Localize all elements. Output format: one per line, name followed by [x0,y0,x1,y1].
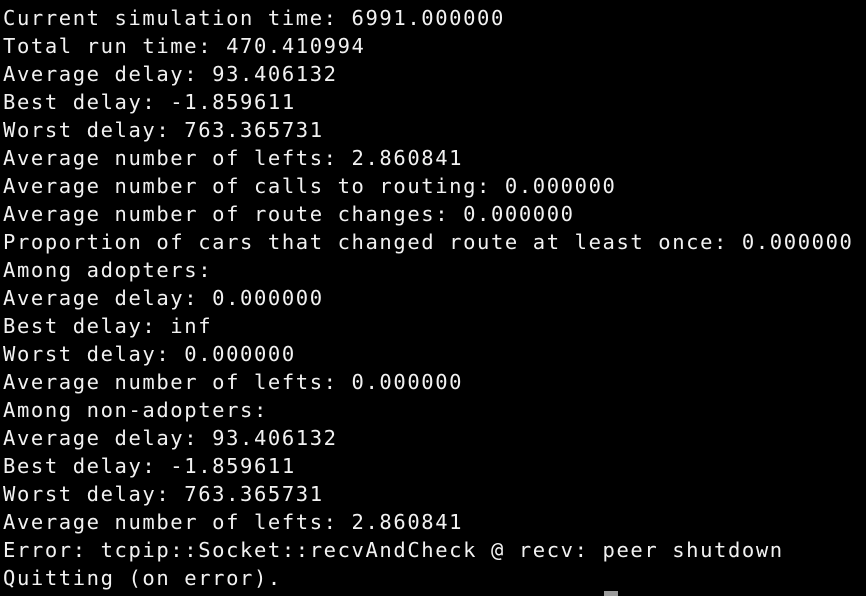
output-line-non-adopters-best-delay: Best delay: -1.859611 [3,454,296,478]
output-line-non-adopters-average-delay: Average delay: 93.406132 [3,426,338,450]
output-line-best-delay: Best delay: -1.859611 [3,90,296,114]
output-line-adopters-best-delay: Best delay: inf [3,314,213,338]
output-line-adopters-average-delay: Average delay: 0.000000 [3,286,324,310]
output-line-total-run-time: Total run time: 470.410994 [3,34,366,58]
output-line-average-routing-calls: Average number of calls to routing: 0.00… [3,174,617,198]
output-line-error-message: Error: tcpip::Socket::recvAndCheck @ rec… [3,538,784,562]
terminal-output: Current simulation time: 6991.000000 Tot… [3,4,853,592]
output-line-average-lefts: Average number of lefts: 2.860841 [3,146,464,170]
output-line-average-delay: Average delay: 93.406132 [3,62,338,86]
output-line-quitting: Quitting (on error). [3,566,282,590]
output-line-non-adopters-average-lefts: Average number of lefts: 2.860841 [3,510,464,534]
terminal-window[interactable]: Current simulation time: 6991.000000 Tot… [0,0,866,596]
output-line-current-simulation-time: Current simulation time: 6991.000000 [3,6,505,30]
output-line-adopters-average-lefts: Average number of lefts: 0.000000 [3,370,464,394]
output-line-among-non-adopters: Among non-adopters: [3,398,268,422]
output-line-among-adopters: Among adopters: [3,258,213,282]
text-cursor [604,591,618,596]
output-line-non-adopters-worst-delay: Worst delay: 763.365731 [3,482,324,506]
output-line-proportion-changed-route: Proportion of cars that changed route at… [3,230,854,254]
output-line-adopters-worst-delay: Worst delay: 0.000000 [3,342,296,366]
output-line-average-route-changes: Average number of route changes: 0.00000… [3,202,575,226]
output-line-worst-delay: Worst delay: 763.365731 [3,118,324,142]
